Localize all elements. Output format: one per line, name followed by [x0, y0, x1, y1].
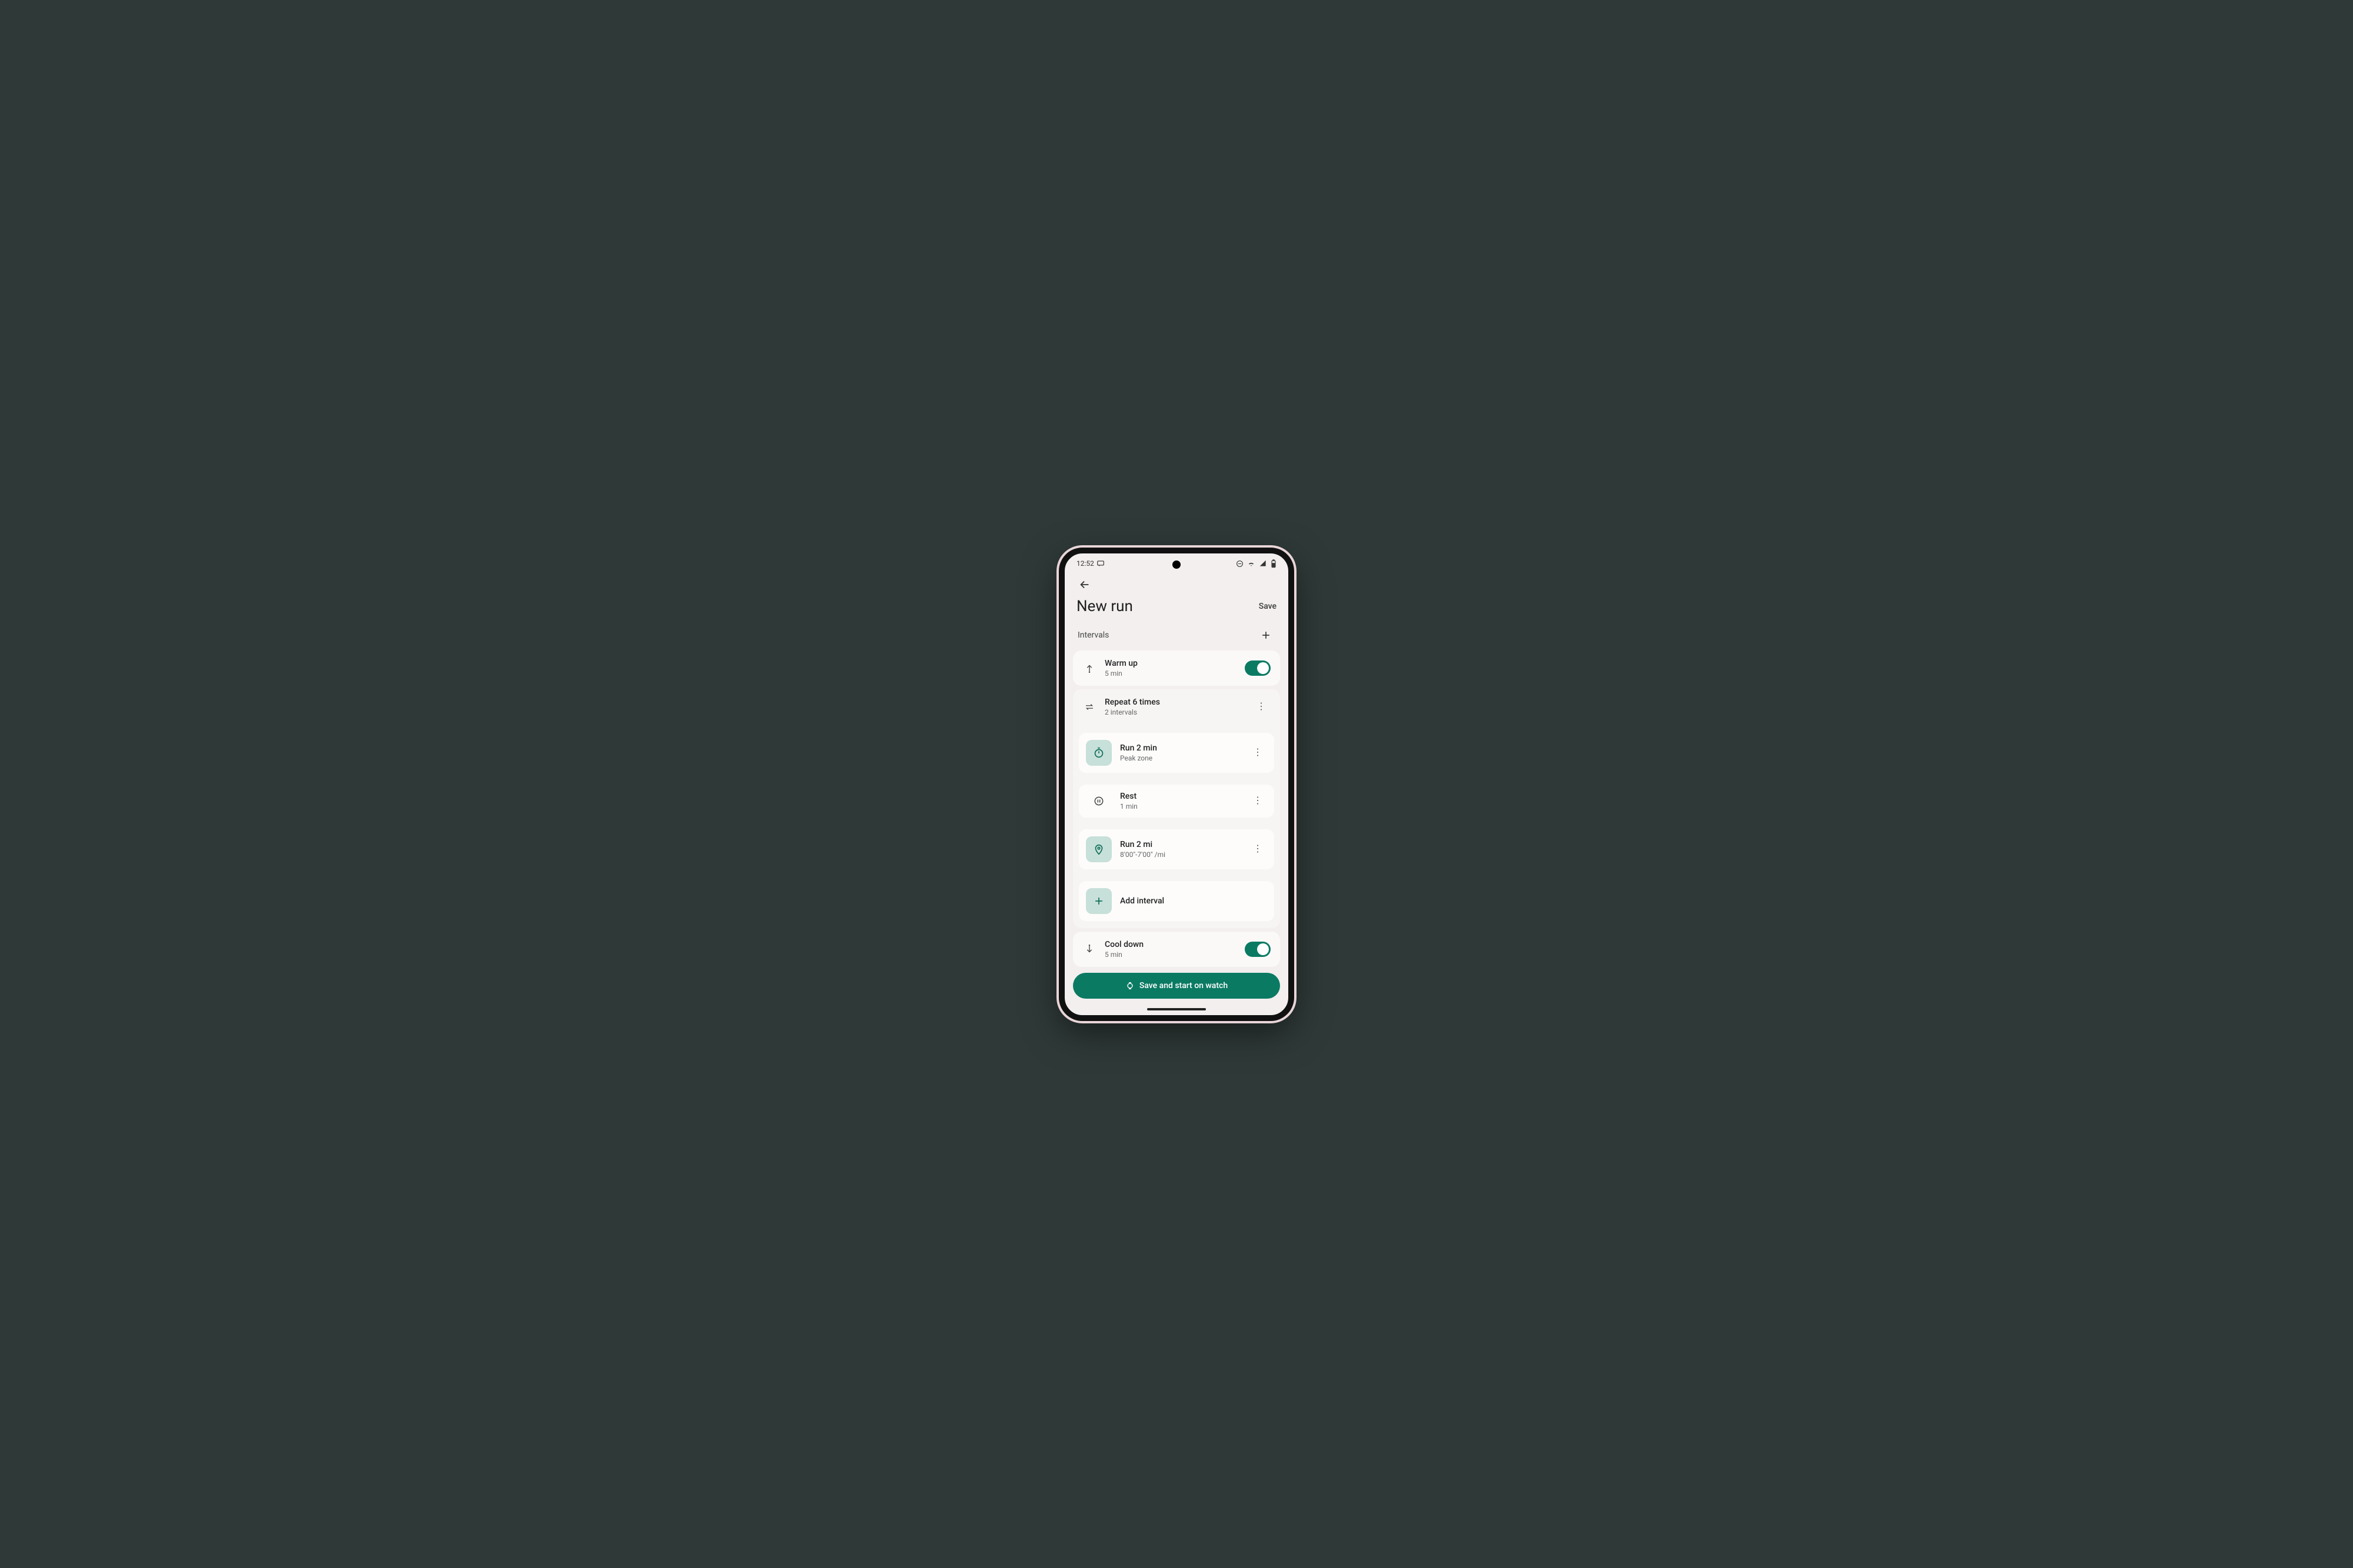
cooldown-title: Cool down [1105, 940, 1144, 949]
interval-title: Run 2 min [1120, 743, 1157, 753]
dnd-icon [1236, 560, 1244, 568]
add-interval-button[interactable]: Add interval [1079, 881, 1274, 921]
message-icon [1096, 559, 1105, 568]
header [1065, 571, 1288, 595]
interval-sub: 8'00"-7'00" /mi [1120, 850, 1165, 859]
cooldown-card[interactable]: Cool down 5 min [1073, 932, 1280, 967]
warmup-toggle[interactable] [1245, 660, 1271, 676]
battery-icon [1271, 559, 1277, 568]
location-pin-icon [1086, 836, 1112, 862]
wifi-icon [1247, 559, 1255, 568]
status-time: 12:52 [1076, 559, 1094, 568]
repeat-icon [1082, 702, 1096, 712]
save-button[interactable]: Save [1259, 602, 1277, 611]
repeat-group-card: Repeat 6 times 2 intervals ⋮ Run 2 min P… [1073, 689, 1280, 928]
intervals-section-header: Intervals [1065, 625, 1288, 647]
signal-icon [1259, 559, 1267, 568]
page-title: New run [1076, 598, 1133, 615]
section-label: Intervals [1078, 630, 1109, 640]
add-section-button[interactable] [1257, 627, 1275, 643]
plus-icon [1086, 888, 1112, 914]
interval-title: Run 2 mi [1120, 840, 1165, 849]
repeat-sub: 2 intervals [1105, 708, 1160, 716]
warmup-title: Warm up [1105, 659, 1138, 668]
phone-frame: 12:52 New run Save Intervals Warm up [1059, 548, 1294, 1021]
cta-label: Save and start on watch [1139, 981, 1228, 990]
interval-run-distance[interactable]: Run 2 mi 8'00"-7'00" /mi ⋮ [1079, 829, 1274, 869]
interval-overflow-button[interactable]: ⋮ [1248, 843, 1267, 854]
warmup-card[interactable]: Warm up 5 min [1073, 650, 1280, 686]
interval-sub: 1 min [1120, 802, 1138, 810]
plus-icon [1260, 629, 1272, 641]
pause-icon [1086, 795, 1112, 807]
arrow-left-icon [1078, 578, 1091, 591]
repeat-overflow-button[interactable]: ⋮ [1252, 701, 1271, 712]
interval-run-time[interactable]: Run 2 min Peak zone ⋮ [1079, 733, 1274, 773]
interval-overflow-button[interactable]: ⋮ [1248, 795, 1267, 806]
repeat-header[interactable]: Repeat 6 times 2 intervals ⋮ [1079, 696, 1274, 721]
watch-icon [1125, 981, 1135, 990]
back-button[interactable] [1074, 574, 1095, 595]
save-start-watch-button[interactable]: Save and start on watch [1073, 973, 1280, 999]
add-interval-label: Add interval [1120, 896, 1164, 906]
title-row: New run Save [1065, 595, 1288, 625]
arrow-down-icon [1082, 944, 1096, 955]
interval-rest[interactable]: Rest 1 min ⋮ [1079, 785, 1274, 818]
interval-title: Rest [1120, 792, 1138, 801]
repeat-title: Repeat 6 times [1105, 698, 1160, 707]
cooldown-toggle[interactable] [1245, 942, 1271, 957]
interval-overflow-button[interactable]: ⋮ [1248, 747, 1267, 758]
warmup-sub: 5 min [1105, 669, 1138, 678]
cooldown-sub: 5 min [1105, 950, 1144, 959]
interval-sub: Peak zone [1120, 754, 1157, 762]
camera-notch [1172, 561, 1181, 569]
timer-icon [1086, 740, 1112, 766]
nav-handle[interactable] [1147, 1008, 1206, 1010]
arrow-up-icon [1082, 663, 1096, 673]
